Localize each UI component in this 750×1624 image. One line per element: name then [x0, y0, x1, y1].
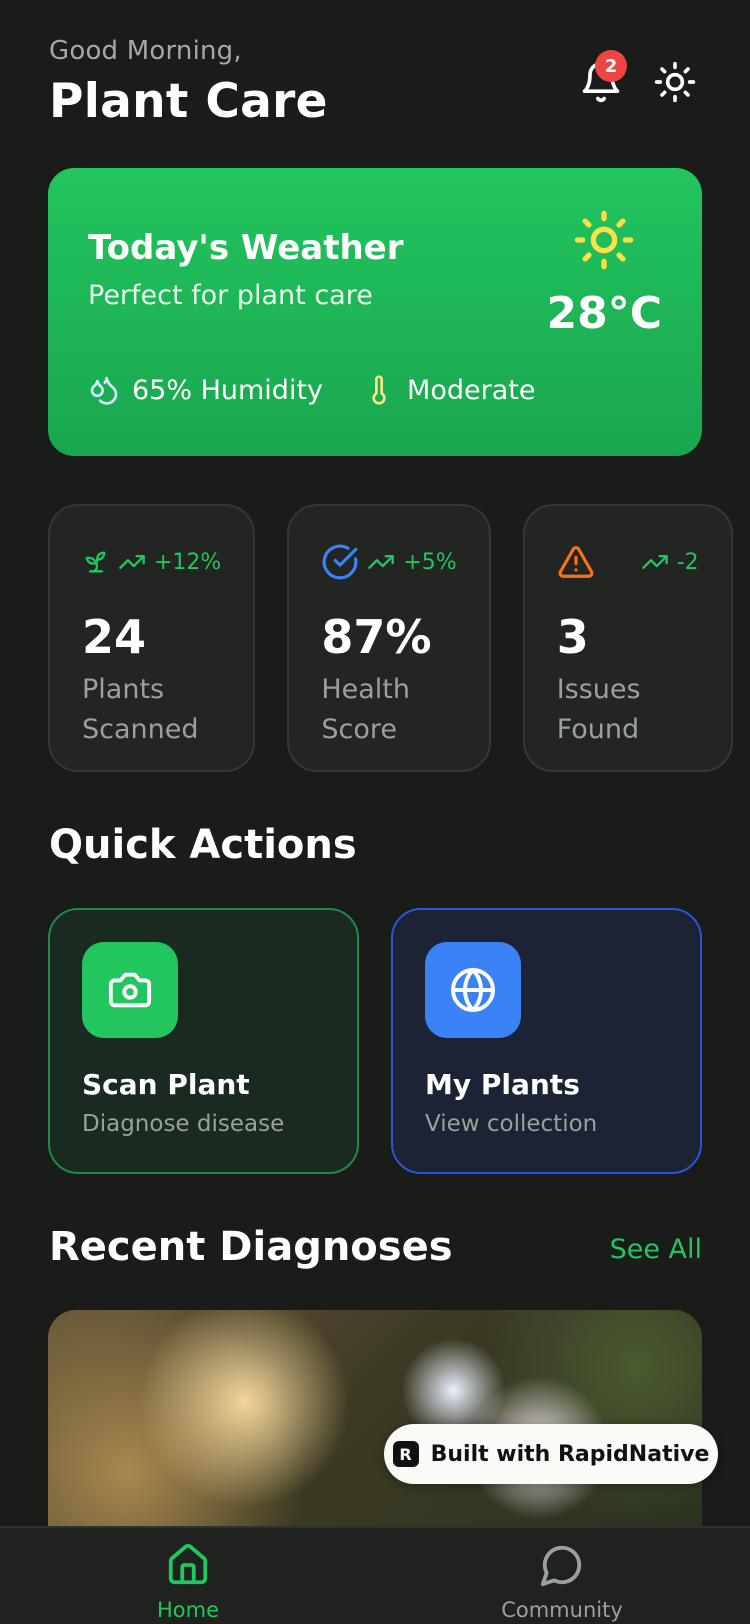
- built-with-text: Built with RapidNative: [430, 1441, 710, 1467]
- quick-actions-title: Quick Actions: [49, 822, 357, 868]
- stat-card-issues-found[interactable]: -2 3 Issues Found: [522, 504, 733, 772]
- humidity-text: 65% Humidity: [132, 374, 324, 406]
- condition-text: Moderate: [407, 374, 536, 406]
- tab-label: Community: [501, 1598, 623, 1622]
- stat-card-health-score[interactable]: +5% 87% Health Score: [287, 504, 491, 772]
- header-actions: 2: [577, 50, 699, 106]
- bottom-tab-bar: Home Community: [0, 1526, 750, 1624]
- rapidnative-logo-icon: R: [392, 1441, 419, 1467]
- stat-card-plants-scanned[interactable]: +12% 24 Plants Scanned: [48, 504, 256, 772]
- stat-value: 24: [82, 610, 147, 664]
- header: Good Morning, Plant Care 2: [49, 36, 701, 136]
- action-subtitle: View collection: [425, 1111, 598, 1137]
- stat-value: 87%: [321, 610, 432, 664]
- my-plants-icon-box: [425, 942, 521, 1038]
- trend-up-icon: [119, 555, 145, 569]
- scan-plant-button[interactable]: Scan Plant Diagnose disease: [48, 908, 359, 1174]
- stat-trend: +5%: [403, 549, 457, 575]
- home-icon: [168, 1543, 208, 1585]
- stats-row: +12% 24 Plants Scanned +5% 87% Health Sc…: [48, 504, 733, 772]
- stat-label: Issues Found: [556, 674, 641, 745]
- action-subtitle: Diagnose disease: [82, 1111, 285, 1137]
- weather-card: Today's Weather Perfect for plant care 2…: [48, 168, 702, 456]
- stat-label: Plants Scanned: [82, 674, 199, 745]
- my-plants-button[interactable]: My Plants View collection: [391, 908, 702, 1174]
- action-title: Scan Plant: [82, 1068, 250, 1101]
- condition-item: Moderate: [363, 374, 535, 406]
- notification-badge: 2: [595, 50, 627, 82]
- stat-label: Health Score: [321, 674, 411, 745]
- trend-up-icon: [641, 555, 668, 569]
- check-circle-icon: [322, 544, 358, 580]
- scan-plant-icon-box: [82, 942, 178, 1038]
- tab-community[interactable]: Community: [482, 1542, 642, 1622]
- sprout-icon: [85, 551, 106, 573]
- stat-trend: -2: [676, 549, 699, 575]
- stat-trend: +12%: [154, 549, 222, 575]
- theme-toggle-button[interactable]: [651, 58, 699, 106]
- tab-home[interactable]: Home: [108, 1542, 268, 1622]
- humidity-item: 65% Humidity: [88, 374, 323, 406]
- globe-icon: [451, 968, 495, 1012]
- stat-value: 3: [556, 610, 589, 664]
- stat-header: +12%: [82, 542, 221, 582]
- action-title: My Plants: [425, 1068, 580, 1101]
- tab-label: Home: [156, 1598, 219, 1622]
- warning-icon: [558, 546, 594, 578]
- sun-theme-icon: [654, 61, 696, 103]
- weather-temperature-block: 28°C: [546, 208, 662, 339]
- recent-diagnoses-title: Recent Diagnoses: [49, 1224, 453, 1270]
- sun-icon: [574, 210, 634, 270]
- trend-up-icon: [368, 555, 395, 569]
- see-all-link[interactable]: See All: [610, 1234, 702, 1265]
- notifications-button[interactable]: 2: [577, 50, 627, 106]
- built-with-badge[interactable]: R Built with RapidNative: [384, 1424, 718, 1484]
- droplets-icon: [90, 376, 118, 405]
- stat-header: -2: [557, 542, 699, 582]
- thermometer-icon: [372, 375, 386, 405]
- quick-actions: Scan Plant Diagnose disease My Plants Vi…: [48, 908, 702, 1174]
- chat-bubble-icon: [540, 1545, 582, 1587]
- camera-icon: [108, 972, 152, 1008]
- temperature-value: 28°C: [546, 288, 662, 339]
- stat-header: +5%: [321, 542, 457, 582]
- weather-meta: 65% Humidity Moderate: [88, 374, 575, 406]
